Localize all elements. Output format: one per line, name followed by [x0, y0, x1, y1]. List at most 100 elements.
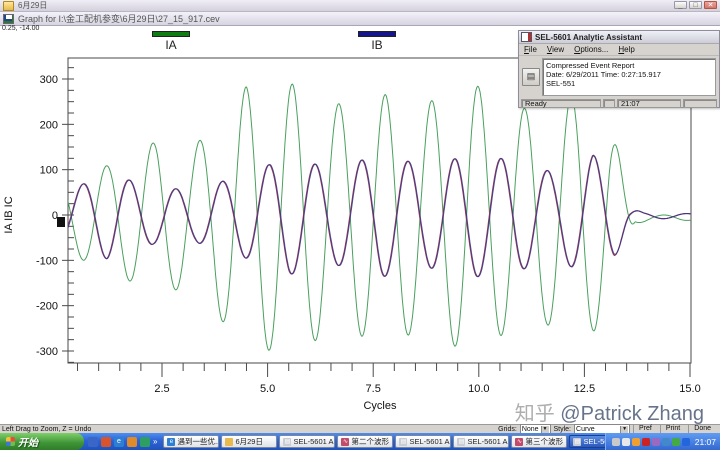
- grids-label: Grids:: [498, 426, 517, 433]
- x-tick-label: 12.5: [574, 383, 595, 395]
- taskbar-button-label: SEL-5601 A...: [409, 437, 451, 446]
- y-tick-label: -300: [36, 346, 58, 358]
- chevron-down-icon: ▼: [541, 426, 549, 433]
- quick-launch-overflow[interactable]: »: [153, 437, 157, 446]
- taskbar-button-label: 第二个波形: [351, 436, 389, 447]
- firefox-icon[interactable]: [127, 437, 137, 447]
- y-tick-label: 200: [40, 119, 58, 131]
- sel-status-spacer: [603, 99, 615, 108]
- taskbar-button[interactable]: ∿第三个波形: [511, 435, 567, 448]
- purple-app-icon[interactable]: [652, 438, 660, 446]
- wave-icon: ∿: [341, 438, 349, 446]
- kingsoft-icon[interactable]: [642, 438, 650, 446]
- x-tick-label: 7.5: [366, 383, 381, 395]
- menu-item-options[interactable]: Options...: [574, 45, 608, 54]
- taskbar-button[interactable]: ▤SEL-5601 A...: [395, 435, 451, 448]
- legend-swatch-ia: [152, 31, 190, 37]
- taskbar-button-label: SEL-5601 A...: [293, 437, 335, 446]
- style-value: Curve: [576, 426, 595, 433]
- sel-statusbar: Ready 21:07: [519, 98, 719, 109]
- media-icon[interactable]: [101, 437, 111, 447]
- sel-icon: ▤: [399, 438, 407, 446]
- sel-menubar: File View Options... Help: [519, 44, 719, 56]
- taskbar-button-label: 第三个波形: [525, 436, 563, 447]
- taskbar-button-label: SEL-5601 A...: [467, 437, 509, 446]
- tray-icons: [612, 438, 690, 446]
- ie-icon: e: [167, 438, 175, 446]
- globe-icon[interactable]: [140, 437, 150, 447]
- taskbar-button-label: 遇到一些优...: [177, 436, 219, 447]
- system-tray: 21:07: [605, 433, 720, 450]
- volume-icon[interactable]: [622, 438, 630, 446]
- sel-status-ready: Ready: [521, 99, 601, 108]
- cursor-marker[interactable]: [57, 217, 65, 227]
- sel-icon: ▤: [283, 438, 291, 446]
- x-tick-label: 5.0: [260, 383, 275, 395]
- taskbar-button-label: SEL-5601 A...: [583, 437, 604, 446]
- sel-status-time: 21:07: [617, 99, 681, 108]
- y-tick-label: 100: [40, 165, 58, 177]
- sel-body: ▤ Compressed Event Report Date: 6/29/201…: [519, 56, 719, 98]
- menu-item-help[interactable]: Help: [618, 45, 634, 54]
- msn-icon[interactable]: [88, 437, 98, 447]
- green-orb-icon[interactable]: [672, 438, 680, 446]
- zoom-hint-text: Left Drag to Zoom, Z = Undo: [0, 426, 498, 433]
- graph-bottom-strip: Left Drag to Zoom, Z = Undo Grids: None …: [0, 424, 720, 433]
- taskbar-button[interactable]: ▤SEL-5601 A...: [279, 435, 335, 448]
- x-tick-label: 10.0: [468, 383, 489, 395]
- sel-icon: ▤: [573, 438, 581, 446]
- taskbar-button[interactable]: e遇到一些优...: [163, 435, 219, 448]
- wave-icon: ∿: [515, 438, 523, 446]
- y-tick-label: -100: [36, 255, 58, 267]
- taskbar-button-active[interactable]: ▤SEL-5601 A...: [569, 435, 604, 448]
- desktop: 6月29日 _ □ ✕ Graph for I:\金工配机参变\6月29日\27…: [0, 0, 720, 450]
- style-label: Style:: [554, 426, 572, 433]
- taskbar-button[interactable]: ∿第二个波形: [337, 435, 393, 448]
- sel-status-extra: [683, 99, 717, 108]
- report-line[interactable]: Compressed Event Report: [546, 61, 715, 70]
- network-icon[interactable]: [662, 438, 670, 446]
- waveform-ia: [68, 84, 691, 350]
- cursor-coordinates-readout: 0.25, -14.00: [2, 25, 39, 32]
- start-button[interactable]: 开始: [0, 433, 84, 450]
- ie-icon[interactable]: e: [114, 437, 124, 447]
- menu-item-file[interactable]: File: [524, 45, 537, 54]
- legend-label-ib: IB: [358, 38, 396, 52]
- sel-icon: ▤: [457, 438, 465, 446]
- waveform-ib: [68, 156, 691, 277]
- menu-item-view[interactable]: View: [547, 45, 564, 54]
- taskbar-button[interactable]: ▤SEL-5601 A...: [453, 435, 509, 448]
- x-axis-label: Cycles: [330, 400, 430, 412]
- sel-title: SEL-5601 Analytic Assistant: [535, 33, 642, 42]
- grids-value: None: [522, 426, 539, 433]
- start-label: 开始: [18, 434, 38, 449]
- legend-label-ia: IA: [152, 38, 190, 52]
- x-tick-label: 2.5: [154, 383, 169, 395]
- ie-tray-icon[interactable]: [682, 438, 690, 446]
- sel-5601-window[interactable]: SEL-5601 Analytic Assistant File View Opti…: [518, 30, 720, 108]
- taskbar-buttons: e遇到一些优...6月29日▤SEL-5601 A...∿第二个波形▤SEL-5…: [161, 435, 604, 448]
- sel-titlebar[interactable]: SEL-5601 Analytic Assistant: [519, 31, 719, 44]
- report-line[interactable]: SEL-551: [546, 79, 715, 88]
- y-tick-label: -200: [36, 301, 58, 313]
- shield-icon[interactable]: [632, 438, 640, 446]
- y-axis-label: IA IB IC: [3, 180, 15, 250]
- y-tick-label: 300: [40, 74, 58, 86]
- taskbar-clock: 21:07: [692, 437, 716, 447]
- report-line[interactable]: Date: 6/29/2011 Time: 0:27:15.917: [546, 70, 715, 79]
- printer-icon[interactable]: [612, 438, 620, 446]
- taskbar-button[interactable]: 6月29日: [221, 435, 277, 448]
- print-button[interactable]: Print: [660, 425, 685, 433]
- sel-app-icon: [521, 32, 532, 42]
- quick-launch: e»: [84, 437, 161, 447]
- done-button[interactable]: Done: [688, 425, 716, 433]
- chevron-down-icon: ▼: [620, 426, 628, 433]
- event-report-list[interactable]: Compressed Event Report Date: 6/29/2011 …: [542, 58, 716, 96]
- event-report-button[interactable]: ▤: [522, 68, 540, 86]
- taskbar: 开始 e» e遇到一些优...6月29日▤SEL-5601 A...∿第二个波形…: [0, 433, 720, 450]
- watermark-zhihu: 知乎: [515, 403, 561, 425]
- pref-button[interactable]: Pref: [633, 425, 657, 433]
- folder-icon: [225, 438, 233, 446]
- watermark-author: @Patrick Zhang: [560, 403, 704, 425]
- taskbar-button-label: 6月29日: [235, 436, 263, 447]
